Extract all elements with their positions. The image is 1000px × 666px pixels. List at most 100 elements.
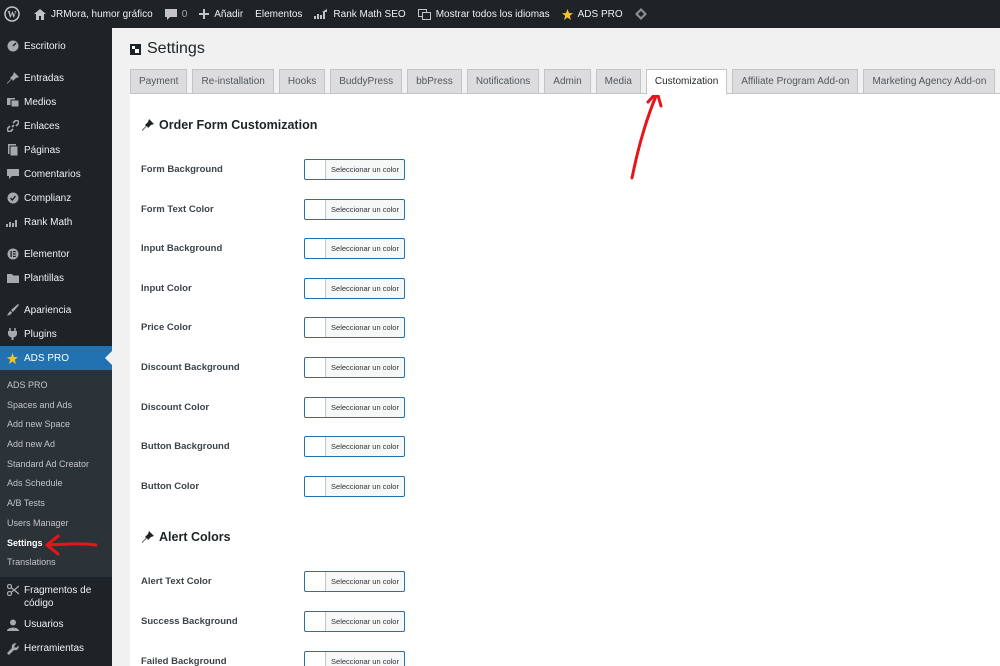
submenu-item-settings[interactable]: Settings — [0, 534, 112, 554]
submenu-item-add-new-ad[interactable]: Add new Ad — [0, 435, 112, 455]
comment-icon — [6, 168, 19, 181]
tab-notifications[interactable]: Notifications — [466, 69, 540, 93]
sidebar-item-label: Comentarios — [24, 168, 81, 180]
sidebar-item-fragmentos-de-codigo[interactable]: Fragmentos de código — [0, 581, 112, 613]
sidebar-item-herramientas[interactable]: Herramientas — [0, 637, 112, 661]
tab-buddypress[interactable]: BuddyPress — [330, 69, 403, 93]
field-row-failed-background: Failed Background Seleccionar un color — [130, 650, 1000, 666]
sidebar-item-label: Plugins — [24, 328, 57, 340]
ads-pro-submenu: ADS PRO Spaces and Ads Add new Space Add ne… — [0, 370, 112, 577]
add-new-label: Añadir — [214, 8, 244, 20]
svg-text:W: W — [8, 10, 17, 20]
color-swatch — [305, 358, 326, 377]
color-swatch — [305, 318, 326, 338]
sidebar-item-complianz[interactable]: Complianz — [0, 186, 112, 210]
color-swatch — [305, 239, 326, 259]
submenu-item-spaces-and-ads[interactable]: Spaces and Ads — [0, 396, 112, 416]
color-picker-button[interactable]: Seleccionar un color — [304, 238, 405, 260]
color-picker-label: Seleccionar un color — [331, 323, 399, 333]
tab-bbpress[interactable]: bbPress — [407, 69, 462, 93]
color-picker-button[interactable]: Seleccionar un color — [304, 571, 405, 593]
sidebar-item-label: ADS PRO — [24, 352, 70, 364]
add-new-link[interactable]: Añadir — [193, 0, 249, 28]
submenu-item-a-b-tests[interactable]: A/B Tests — [0, 494, 112, 514]
color-picker-button[interactable]: Seleccionar un color — [304, 611, 405, 632]
color-picker-label: Seleccionar un color — [331, 656, 399, 666]
color-picker-button[interactable]: Seleccionar un color — [304, 159, 405, 180]
sidebar-item-label: Usuarios — [24, 619, 64, 631]
sidebar-item-usuarios[interactable]: Usuarios — [0, 613, 112, 637]
tab-admin[interactable]: Admin — [544, 69, 591, 93]
brush-icon — [6, 304, 19, 317]
tab-marketing-agency-add-on[interactable]: Marketing Agency Add-on — [863, 69, 996, 93]
sidebar-item-label: Entradas — [24, 72, 65, 84]
comments-link[interactable]: 0 — [159, 0, 194, 28]
tab-customization[interactable]: Customization — [645, 69, 728, 95]
color-swatch — [305, 160, 326, 179]
link-icon — [6, 120, 19, 133]
field-label: Form Text Color — [141, 203, 214, 215]
sidebar-item-rank-math[interactable]: Rank Math — [0, 210, 112, 234]
sidebar-item-entradas[interactable]: Entradas — [0, 66, 112, 90]
site-name-link[interactable]: JRMora, humor gráfico — [28, 0, 159, 28]
sidebar-item-ads-pro[interactable]: ADS PRO — [0, 346, 112, 370]
field-row-price-color: Price Color Seleccionar un color — [130, 317, 1000, 339]
submenu-item-ads-schedule[interactable]: Ads Schedule — [0, 474, 112, 494]
color-picker-label: Seleccionar un color — [331, 442, 399, 452]
sidebar-item-enlaces[interactable]: Enlaces — [0, 114, 112, 138]
field-row-button-background: Button Background Seleccionar un color — [130, 436, 1000, 458]
settings-panel: Order Form Customization Form Background S… — [130, 94, 1000, 666]
main-content: Settings Payment Re-installation Hooks Budd… — [112, 28, 1000, 666]
tab-re-installation[interactable]: Re-installation — [192, 69, 274, 93]
color-picker-button[interactable]: Seleccionar un color — [304, 317, 405, 339]
tab-hooks[interactable]: Hooks — [278, 69, 326, 93]
rank-math-link[interactable]: Rank Math SEO — [308, 0, 411, 28]
color-picker-button[interactable]: Seleccionar un color — [304, 198, 405, 220]
submenu-item-add-new-space[interactable]: Add new Space — [0, 415, 112, 435]
color-picker-label: Seleccionar un color — [331, 204, 399, 214]
sidebar-item-label: Páginas — [24, 144, 61, 156]
color-picker-button[interactable]: Seleccionar un color — [304, 650, 405, 666]
sidebar-item-medios[interactable]: Medios — [0, 90, 112, 114]
tab-payment[interactable]: Payment — [130, 69, 188, 93]
color-picker-button[interactable]: Seleccionar un color — [304, 436, 405, 458]
tab-media[interactable]: Media — [595, 69, 641, 93]
languages-link[interactable]: Mostrar todos los idiomas — [412, 0, 556, 28]
submenu-item-translations[interactable]: Translations — [0, 553, 112, 573]
elementor-link[interactable]: Elementos — [249, 0, 308, 28]
sidebar-item-plantillas[interactable]: Plantillas — [0, 266, 112, 290]
sidebar-item-paginas[interactable]: Páginas — [0, 138, 112, 162]
submenu-item-standard-ad-creator[interactable]: Standard Ad Creator — [0, 455, 112, 475]
wordpress-logo-icon[interactable]: W — [0, 0, 28, 28]
elementor-label: Elementos — [255, 8, 303, 20]
field-row-form-text-color: Form Text Color Seleccionar un color — [130, 198, 1000, 221]
settings-tabs: Payment Re-installation Hooks BuddyPress bbP… — [130, 69, 1000, 95]
sidebar-item-plugins[interactable]: Plugins — [0, 322, 112, 346]
color-picker-button[interactable]: Seleccionar un color — [304, 277, 405, 299]
sidebar-item-label: Apariencia — [24, 304, 72, 316]
field-label: Discount Color — [141, 401, 210, 413]
pin-icon — [142, 119, 159, 131]
field-row-input-color: Input Color Seleccionar un color — [130, 277, 1000, 300]
color-picker-button[interactable]: Seleccionar un color — [304, 357, 405, 378]
sidebar-item-apariencia[interactable]: Apariencia — [0, 298, 112, 322]
ads-pro-link[interactable]: ADS PRO — [556, 0, 629, 28]
tab-affiliate-program-add-on[interactable]: Affiliate Program Add-on — [732, 69, 859, 93]
star-icon — [561, 8, 573, 20]
elementor-icon — [6, 248, 19, 261]
sidebar-item-label: Herramientas — [24, 643, 85, 655]
sidebar-item-elementor[interactable]: Elementor — [0, 242, 112, 266]
field-label: Alert Text Color — [141, 576, 212, 588]
scissors-icon — [6, 584, 19, 597]
color-picker-button[interactable]: Seleccionar un color — [304, 396, 405, 418]
diamond-icon[interactable] — [629, 0, 658, 28]
submenu-item-ads-pro[interactable]: ADS PRO — [0, 376, 112, 396]
color-picker-button[interactable]: Seleccionar un color — [304, 475, 405, 497]
section-title: Order Form Customization — [142, 118, 317, 132]
color-swatch — [305, 278, 326, 298]
sidebar-item-escritorio[interactable]: Escritorio — [0, 34, 112, 58]
sidebar-item-label: Medios — [24, 96, 57, 108]
section-title-text: Order Form Customization — [159, 118, 318, 132]
sidebar-item-comentarios[interactable]: Comentarios — [0, 162, 112, 186]
submenu-item-users-manager[interactable]: Users Manager — [0, 514, 112, 534]
